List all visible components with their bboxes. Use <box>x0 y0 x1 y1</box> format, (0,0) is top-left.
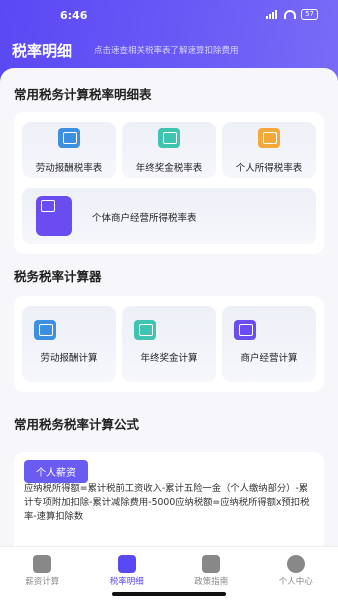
page-subtitle: 点击速查相关税率表了解速算扣除费用 <box>94 46 239 56</box>
tab-label: 个人中心 <box>278 577 313 587</box>
tab-salary-calc[interactable]: 薪资计算 <box>0 547 85 600</box>
tab-label: 政策指南 <box>194 577 229 587</box>
status-icons: 57 <box>266 9 318 20</box>
tile-labor-calc[interactable]: 劳动报酬计算 <box>22 306 116 382</box>
section-title-formulas: 常用税务税率计算公式 <box>14 417 140 432</box>
tile-merchant-rate-table[interactable]: 个体商户经营所得税率表 <box>22 188 316 244</box>
battery-icon: 57 <box>301 9 318 20</box>
formula-card[interactable]: 个人薪资 应纳税所得额=累计税前工资收入-累计五险一金（个人缴纳部分）-累计专项… <box>14 452 324 552</box>
formula-badge: 个人薪资 <box>24 460 88 483</box>
signal-icon <box>266 10 279 19</box>
tables-card: 劳动报酬税率表 年终奖金税率表 个人所得税率表 个体商户经营所得税率表 <box>14 112 324 254</box>
tile-label: 个人所得税率表 <box>235 163 303 174</box>
tile-merchant-calc[interactable]: 商户经营计算 <box>222 306 316 382</box>
merchant-icon <box>36 196 72 236</box>
merchant-calc-icon <box>234 320 256 340</box>
tab-label: 税率明细 <box>109 577 144 587</box>
income-tax-icon <box>258 128 280 148</box>
salary-calc-icon <box>33 555 51 573</box>
status-bar: 6:46 57 <box>0 0 338 30</box>
tile-label: 商户经营计算 <box>240 353 298 364</box>
formula-text: 应纳税所得额=累计税前工资收入-累计五险一金（个人缴纳部分）-累计专项附加扣除-… <box>24 483 310 522</box>
wifi-icon <box>284 10 297 19</box>
tab-label: 薪资计算 <box>25 577 60 587</box>
tab-personal-center[interactable]: 个人中心 <box>254 547 338 600</box>
tile-label: 年终奖金计算 <box>140 353 198 364</box>
section-title-calculators: 税务税率计算器 <box>14 269 102 284</box>
tile-label: 个体商户经营所得税率表 <box>92 213 197 224</box>
tile-label: 年终奖金税率表 <box>135 163 203 174</box>
labor-rate-icon <box>58 128 80 148</box>
tax-detail-icon <box>117 555 136 573</box>
labor-calc-icon <box>34 320 56 340</box>
status-time: 6:46 <box>60 9 88 22</box>
tile-label: 劳动报酬税率表 <box>35 163 103 174</box>
tile-bonus-rate-table[interactable]: 年终奖金税率表 <box>122 122 216 178</box>
section-title-tables: 常用税务计算税率明细表 <box>14 87 152 102</box>
tile-label: 劳动报酬计算 <box>40 353 98 364</box>
tile-bonus-calc[interactable]: 年终奖金计算 <box>122 306 216 382</box>
policy-book-icon <box>202 555 220 573</box>
page-title: 税率明细 <box>12 42 73 60</box>
tile-labor-rate-table[interactable]: 劳动报酬税率表 <box>22 122 116 178</box>
bonus-rate-icon <box>158 128 180 148</box>
calculators-card: 劳动报酬计算 年终奖金计算 商户经营计算 <box>14 296 324 392</box>
home-indicator <box>112 592 226 596</box>
tile-income-tax-table[interactable]: 个人所得税率表 <box>222 122 316 178</box>
user-icon <box>286 555 305 573</box>
bonus-calc-icon <box>134 320 156 340</box>
